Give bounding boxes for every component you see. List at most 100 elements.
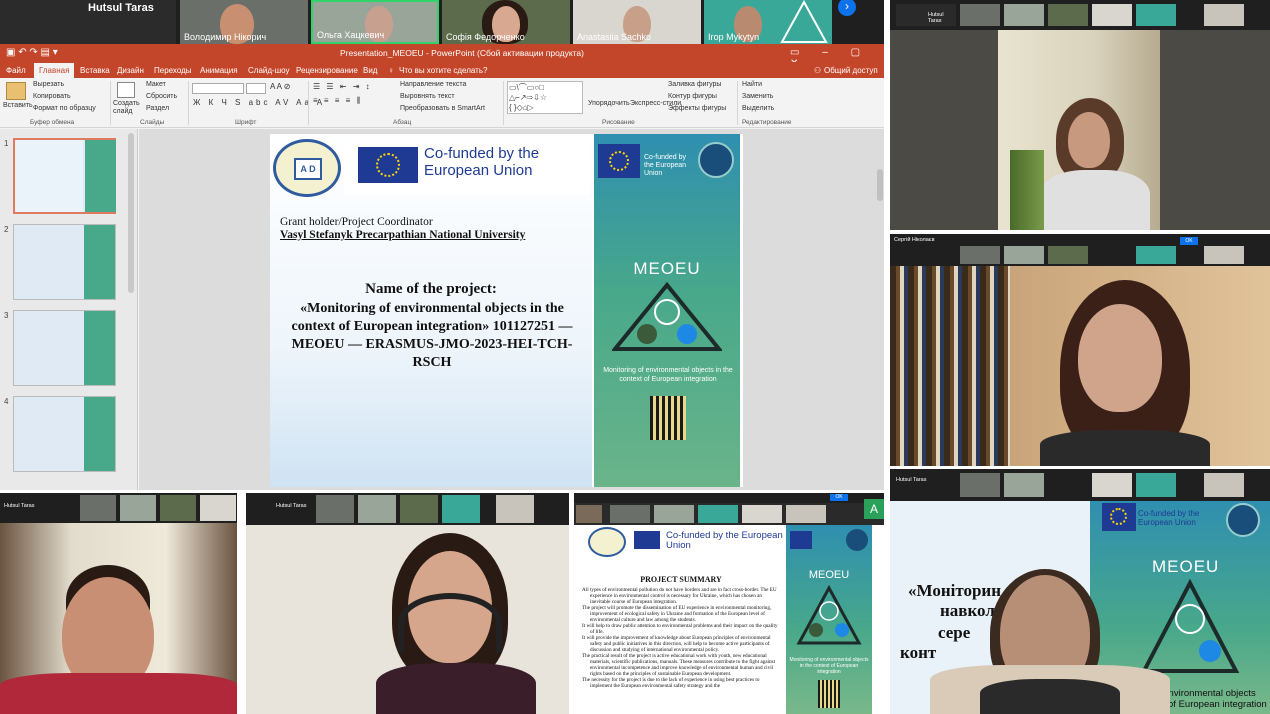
gallery-mini-strip (574, 503, 884, 525)
list-buttons[interactable]: ☰ ☰ ⇤ ⇥ ↕ (313, 82, 372, 91)
video-tile-shared-summary[interactable]: OK A Co-funded by the European Union PRO… (574, 493, 884, 714)
summary-bullet: The necessity for the project is due to … (582, 677, 760, 689)
participant-tile[interactable]: Софія Федорченко (442, 0, 570, 44)
slide-thumbnail[interactable] (13, 396, 116, 472)
participant-tile-active-speaker[interactable]: Ольга Хацкевич (311, 0, 439, 44)
mini-participant-tile (80, 495, 116, 521)
participant-tile[interactable]: Ігор Mykytyn (704, 0, 832, 44)
cut-button[interactable]: Вырезать (33, 81, 64, 88)
meoeu-triangle-emblem (1140, 579, 1240, 673)
thumb-banner (85, 140, 116, 212)
tab-review[interactable]: Рецензирование (296, 66, 358, 75)
group-label: Шрифт (235, 119, 257, 126)
format-painter-button[interactable]: Формат по образцу (33, 105, 96, 112)
mini-participant-tile (1048, 4, 1088, 26)
font-grow-icons[interactable]: A A ⊘ (270, 82, 291, 91)
tab-file[interactable]: Файл (6, 66, 26, 75)
ok-button[interactable]: OK (1180, 237, 1198, 245)
share-button[interactable]: Общий доступ (824, 66, 878, 75)
eu-stars (609, 151, 629, 171)
align-buttons[interactable]: ≡ ≡ ≡ ≡ ⫼ (313, 96, 362, 106)
tab-design[interactable]: Дизайн (117, 66, 144, 75)
shared-title-line: конт (900, 643, 937, 662)
replace-button[interactable]: Заменить (742, 93, 773, 100)
participant-tile[interactable]: Володимир Нікорич (180, 0, 308, 44)
font-style-buttons[interactable]: Ж К Ч S abc AV Aa A (193, 98, 325, 107)
section-button[interactable]: Раздел (146, 105, 169, 112)
shape-outline-button[interactable]: Контур фигуры (668, 93, 717, 100)
thumb-banner (84, 225, 115, 299)
participant-name: Софія Федорченко (446, 32, 525, 42)
new-slide-button[interactable]: Создать слайд (113, 100, 143, 116)
select-button[interactable]: Выделить (742, 105, 774, 112)
mini-participant-tile (960, 473, 1000, 497)
eu-flag-icon (358, 147, 418, 183)
video-tile-speaker[interactable]: Hutsul Taras (890, 0, 1270, 230)
thumbnail-scrollbar[interactable] (128, 133, 134, 293)
cofunded-text: Co-funded by the European Union (1138, 509, 1200, 527)
qr-code-icon (818, 680, 840, 708)
ribbon-tabs: Файл Главная Вставка Дизайн Переходы Ани… (0, 62, 884, 78)
tab-view[interactable]: Вид (363, 66, 377, 75)
participant-name: Hutsul Taras (88, 2, 154, 14)
gallery-mini-strip: Hutsul Taras (0, 493, 237, 523)
eu-stars (1110, 508, 1127, 525)
logo-letters: A D (294, 158, 322, 180)
mini-participant-tile (400, 495, 438, 523)
reset-button[interactable]: Сбросить (146, 93, 177, 100)
mini-participant-tile (442, 495, 480, 523)
meoeu-title: MEOEU (633, 259, 701, 278)
smartart-button[interactable]: Преобразовать в SmartArt (400, 105, 485, 112)
text-direction-button[interactable]: Направление текста (400, 81, 466, 88)
gallery-mini-strip: Hutsul Taras (246, 493, 569, 525)
slide-thumbnail[interactable] (13, 224, 116, 300)
tab-animation[interactable]: Анимация (200, 66, 238, 75)
mini-participant-tile (200, 495, 236, 521)
shape-effects-button[interactable]: Эффекты фигуры (668, 105, 726, 112)
video-tile-shared-content[interactable]: Hutsul Taras Co-funded by the European U… (890, 469, 1270, 714)
save-icon[interactable]: ▣ ↶ ↷ ▤ ▾ (6, 47, 58, 58)
font-family-select[interactable] (192, 83, 244, 94)
summary-bullets: All types of environmental pollution do … (582, 587, 782, 689)
summary-title: PROJECT SUMMARY (640, 575, 722, 584)
shared-title-line: «Моніторин (908, 581, 1002, 600)
slide-thumbnail[interactable] (13, 138, 116, 214)
ok-button[interactable]: OK (830, 494, 848, 501)
participant-name: Володимир Нікорич (184, 32, 267, 42)
canvas-scrollbar[interactable] (877, 169, 883, 201)
shapes-gallery[interactable]: ▭\⌒▭○□ △⌐↗⇨⇩☆{ }◇⌂▷ (507, 81, 583, 114)
banner-caption: Monitoring of environmental objects in t… (789, 657, 869, 675)
divider (503, 81, 504, 125)
summary-bullet: It will provide the improvement of knowl… (582, 635, 771, 653)
mini-participant-tile (698, 505, 738, 523)
font-size-select[interactable] (246, 83, 266, 94)
layout-button[interactable]: Макет (146, 81, 166, 88)
tab-home[interactable]: Главная (34, 63, 75, 78)
align-text-button[interactable]: Выровнять текст (400, 93, 455, 100)
paste-button[interactable]: Вставить (3, 102, 33, 109)
participant-tile[interactable]: Hutsul Taras (0, 0, 176, 44)
participant-name: Ігор Mykytyn (708, 32, 760, 42)
tell-me-search[interactable]: Что вы хотите сделать? (399, 66, 487, 75)
video-tile-participant[interactable]: Сергій Ніколаєв OK (890, 234, 1270, 466)
arrange-button[interactable]: Упорядочить (588, 100, 630, 107)
mini-participant-tile (1204, 4, 1244, 26)
participant-tile[interactable]: Anastasiia Sachko (573, 0, 701, 44)
video-tile-participant[interactable]: Hutsul Taras (0, 493, 237, 714)
slide-thumbnail[interactable] (13, 310, 116, 386)
triangle-logo-icon (780, 0, 828, 43)
find-button[interactable]: Найти (742, 81, 762, 88)
tab-insert[interactable]: Вставка (80, 66, 110, 75)
tab-slideshow[interactable]: Слайд-шоу (248, 66, 289, 75)
meoeu-triangle-emblem (612, 282, 722, 351)
next-page-icon[interactable]: › (838, 0, 856, 16)
shape-fill-button[interactable]: Заливка фигуры (668, 81, 721, 88)
headset-icon (398, 593, 502, 653)
window-title: Presentation_MEOEU - PowerPoint (Сбой ак… (340, 48, 584, 58)
banner-caption: Monitoring of environmental objects in t… (603, 367, 733, 383)
mini-participant-tile (496, 495, 534, 523)
video-tile-participant[interactable]: Hutsul Taras (246, 493, 569, 714)
copy-button[interactable]: Копировать (33, 93, 71, 100)
mini-participant-tile (1204, 246, 1244, 264)
tab-transitions[interactable]: Переходы (154, 66, 192, 75)
